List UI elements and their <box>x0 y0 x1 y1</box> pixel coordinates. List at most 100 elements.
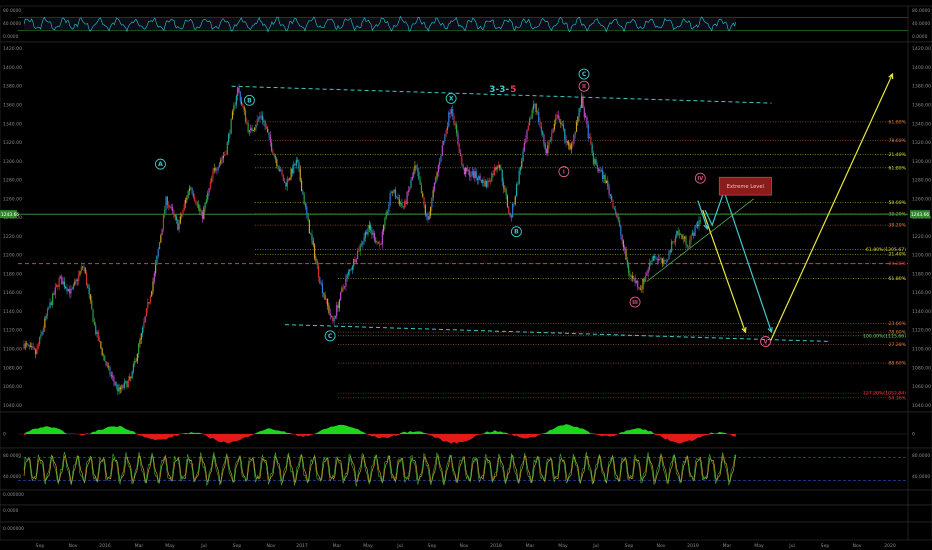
candle-body <box>216 169 218 171</box>
y-tick-label-left: 1180.00 <box>3 271 22 277</box>
candle-body <box>674 236 677 243</box>
panel-frame <box>0 411 932 449</box>
trading-chart[interactable]: 1420.00 1420.00 1400.00 1400.00 1380.00 1380.… <box>0 0 932 550</box>
stoch-y-tick-right: 40.0000 <box>912 474 930 480</box>
candle-body <box>538 111 540 122</box>
candle-body <box>479 175 481 180</box>
candle-body <box>304 204 307 207</box>
candle-body <box>101 348 103 356</box>
fib-level-label: 23.60% <box>888 321 906 327</box>
candle-body <box>358 251 360 252</box>
candle-body <box>333 318 335 322</box>
candle-body <box>277 165 279 169</box>
candle-body <box>622 240 625 248</box>
candle-body <box>500 167 502 171</box>
candle-body <box>614 209 617 215</box>
candle-body <box>681 234 683 240</box>
candle-body <box>270 142 273 151</box>
candle-body <box>429 207 432 216</box>
candle-body <box>162 214 165 229</box>
candle-body <box>52 293 54 305</box>
candle-body <box>487 180 489 187</box>
candle-body <box>313 244 316 259</box>
candle-body <box>667 259 669 262</box>
candle-body <box>360 244 363 246</box>
candle-body <box>690 234 692 241</box>
candle-body <box>491 173 493 182</box>
y-tick-label-right: 1080.00 <box>912 365 931 371</box>
y-tick-label-left: 1060.00 <box>3 384 22 390</box>
wave-label-text: A <box>158 161 163 168</box>
candle-body <box>149 296 151 303</box>
candle-body <box>469 170 471 177</box>
candle-body <box>235 96 238 105</box>
candle-body <box>381 231 383 245</box>
candle-body <box>502 181 505 189</box>
candle-body <box>575 122 578 132</box>
x-tick-label: Jul <box>592 543 599 549</box>
candle-body <box>42 327 45 332</box>
candle-body <box>405 201 407 205</box>
y-tick-label-left: 1280.00 <box>3 178 22 184</box>
candle-body <box>562 124 565 129</box>
candle-body <box>439 161 441 166</box>
candle-body <box>122 385 124 388</box>
fib-level-label: 21.40% <box>888 152 906 158</box>
candle-body <box>257 118 260 120</box>
candle-body <box>398 199 400 205</box>
candle-body <box>298 162 300 169</box>
candle-body <box>76 279 79 282</box>
candle-body <box>92 309 94 323</box>
candle-body <box>634 278 636 283</box>
candle-body <box>139 339 141 344</box>
candle-body <box>496 166 498 170</box>
candle-body <box>399 203 402 205</box>
candle-body <box>312 240 314 245</box>
candle-body <box>134 360 136 365</box>
wave-label-text: III <box>632 300 638 306</box>
candle-body <box>278 168 281 172</box>
candle-body <box>370 225 372 231</box>
candle-body <box>250 127 252 131</box>
candle-body <box>366 231 368 235</box>
candle-body <box>458 143 460 153</box>
pattern-label-part-b: 5 <box>510 85 516 95</box>
candle-body <box>306 206 308 215</box>
candle-body <box>532 104 535 110</box>
candle-body <box>97 331 99 341</box>
candle-body <box>444 133 446 141</box>
candle-body <box>442 140 445 146</box>
candle-body <box>693 232 695 237</box>
candle-body <box>174 214 176 217</box>
candle-body <box>173 210 175 215</box>
candle-body <box>332 316 334 322</box>
candle-body <box>482 179 484 183</box>
candle-body <box>198 203 200 209</box>
candle-body <box>432 190 434 198</box>
candle-body <box>27 344 29 345</box>
candle-body <box>594 159 596 164</box>
candle-body <box>310 233 312 235</box>
y-tick-label-right: 1360.00 <box>912 103 931 109</box>
candle-body <box>518 170 520 184</box>
candle-body <box>420 184 423 194</box>
candle-body <box>340 291 342 301</box>
candle-body <box>126 381 128 388</box>
candle-body <box>386 211 389 213</box>
candle-body <box>356 251 359 260</box>
candle-body <box>45 315 47 319</box>
candle-body <box>595 159 597 166</box>
candle-body <box>63 281 65 287</box>
y-tick-label-left: 1220.00 <box>3 234 22 240</box>
candle-body <box>194 197 196 201</box>
candle-body <box>169 206 171 208</box>
candle-body <box>601 170 604 180</box>
rsi-y-tick-right: 0.0000 <box>912 34 928 40</box>
candle-body <box>376 241 378 243</box>
candle-body <box>655 258 657 259</box>
y-tick-label-left: 1300.00 <box>3 159 22 165</box>
candle-body <box>466 167 468 172</box>
macd-y-tick-left: 0 <box>3 432 6 438</box>
x-tick-label: Mar <box>333 543 342 549</box>
candle-body <box>341 288 343 292</box>
